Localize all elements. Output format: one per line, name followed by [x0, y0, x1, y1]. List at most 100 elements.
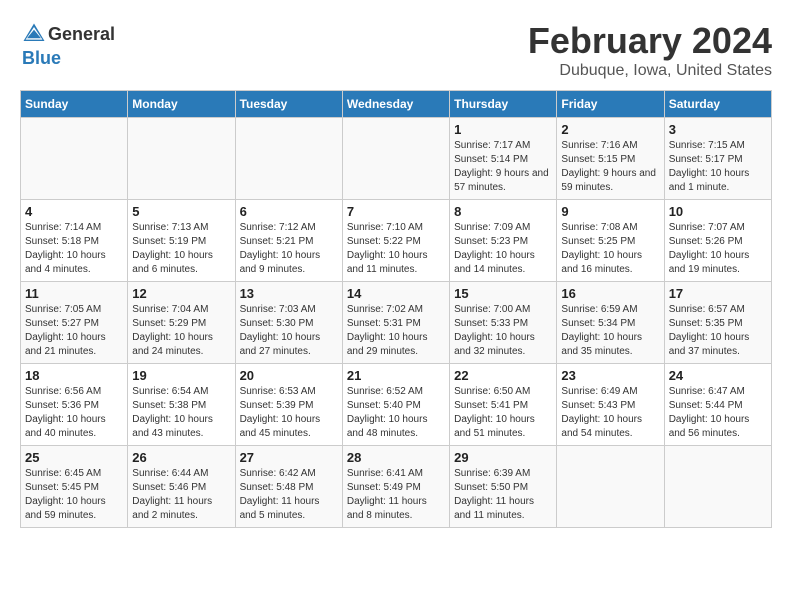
day-info: Sunrise: 7:09 AMSunset: 5:23 PMDaylight:…: [454, 221, 552, 277]
calendar-cell: 9 Sunrise: 7:08 AMSunset: 5:25 PMDaylight…: [557, 200, 664, 282]
calendar-week-row: 18 Sunrise: 6:56 AMSunset: 5:36 PMDayligh…: [21, 364, 772, 446]
day-number: 6: [240, 204, 338, 219]
calendar-cell: 13 Sunrise: 7:03 AMSunset: 5:30 PMDayligh…: [235, 282, 342, 364]
calendar-cell: [664, 446, 771, 528]
day-info: Sunrise: 6:42 AMSunset: 5:48 PMDaylight:…: [240, 467, 338, 523]
calendar-cell: 17Sunrise: 6:57 AMSunset: 5:35 PMDayligh…: [664, 282, 771, 364]
calendar-cell: 11Sunrise: 7:05 AMSunset: 5:27 PMDayligh…: [21, 282, 128, 364]
day-number: 19: [132, 368, 230, 383]
day-number: 16: [561, 286, 659, 301]
day-number: 12: [132, 286, 230, 301]
logo: General Blue: [20, 20, 115, 69]
logo-text-blue: Blue: [22, 48, 61, 69]
calendar-cell: 7 Sunrise: 7:10 AMSunset: 5:22 PMDaylight…: [342, 200, 449, 282]
calendar-cell: 24 Sunrise: 6:47 AMSunset: 5:44 PMDayligh…: [664, 364, 771, 446]
day-number: 29: [454, 450, 552, 465]
calendar-cell: [128, 118, 235, 200]
day-header-thursday: Thursday: [450, 91, 557, 118]
day-number: 5: [132, 204, 230, 219]
calendar-week-row: 25Sunrise: 6:45 AMSunset: 5:45 PMDayligh…: [21, 446, 772, 528]
day-number: 18: [25, 368, 123, 383]
day-number: 9: [561, 204, 659, 219]
day-info: Sunrise: 6:57 AMSunset: 5:35 PMDaylight:…: [669, 303, 767, 359]
calendar-cell: 19 Sunrise: 6:54 AMSunset: 5:38 PMDayligh…: [128, 364, 235, 446]
day-number: 27: [240, 450, 338, 465]
logo-icon: [20, 20, 48, 48]
day-number: 13: [240, 286, 338, 301]
calendar-cell: 22 Sunrise: 6:50 AMSunset: 5:41 PMDayligh…: [450, 364, 557, 446]
day-number: 24: [669, 368, 767, 383]
calendar-week-row: 11Sunrise: 7:05 AMSunset: 5:27 PMDayligh…: [21, 282, 772, 364]
calendar-cell: 25Sunrise: 6:45 AMSunset: 5:45 PMDayligh…: [21, 446, 128, 528]
day-info: Sunrise: 7:10 AMSunset: 5:22 PMDaylight:…: [347, 221, 445, 277]
calendar-cell: [235, 118, 342, 200]
page-header: General Blue February 2024 Dubuque, Iowa…: [20, 20, 772, 80]
day-info: Sunrise: 7:05 AMSunset: 5:27 PMDaylight:…: [25, 303, 123, 359]
day-number: 10: [669, 204, 767, 219]
calendar-cell: 8 Sunrise: 7:09 AMSunset: 5:23 PMDaylight…: [450, 200, 557, 282]
calendar-cell: 4Sunrise: 7:14 AMSunset: 5:18 PMDaylight…: [21, 200, 128, 282]
day-info: Sunrise: 7:12 AMSunset: 5:21 PMDaylight:…: [240, 221, 338, 277]
day-info: Sunrise: 7:02 AMSunset: 5:31 PMDaylight:…: [347, 303, 445, 359]
logo-text-general: General: [48, 24, 115, 45]
day-number: 21: [347, 368, 445, 383]
day-number: 2: [561, 122, 659, 137]
calendar-cell: [557, 446, 664, 528]
day-number: 4: [25, 204, 123, 219]
day-info: Sunrise: 7:00 AMSunset: 5:33 PMDaylight:…: [454, 303, 552, 359]
calendar-cell: 3 Sunrise: 7:15 AMSunset: 5:17 PMDaylight…: [664, 118, 771, 200]
day-header-tuesday: Tuesday: [235, 91, 342, 118]
day-number: 3: [669, 122, 767, 137]
calendar-cell: 28Sunrise: 6:41 AMSunset: 5:49 PMDayligh…: [342, 446, 449, 528]
day-info: Sunrise: 6:49 AMSunset: 5:43 PMDaylight:…: [561, 385, 659, 441]
calendar-cell: 21Sunrise: 6:52 AMSunset: 5:40 PMDayligh…: [342, 364, 449, 446]
day-header-wednesday: Wednesday: [342, 91, 449, 118]
day-number: 8: [454, 204, 552, 219]
calendar-cell: 26Sunrise: 6:44 AMSunset: 5:46 PMDayligh…: [128, 446, 235, 528]
calendar-cell: 2 Sunrise: 7:16 AMSunset: 5:15 PMDaylight…: [557, 118, 664, 200]
calendar-cell: 23 Sunrise: 6:49 AMSunset: 5:43 PMDayligh…: [557, 364, 664, 446]
calendar-cell: 27 Sunrise: 6:42 AMSunset: 5:48 PMDayligh…: [235, 446, 342, 528]
day-number: 15: [454, 286, 552, 301]
calendar-cell: 5 Sunrise: 7:13 AMSunset: 5:19 PMDaylight…: [128, 200, 235, 282]
calendar-cell: 10 Sunrise: 7:07 AMSunset: 5:26 PMDayligh…: [664, 200, 771, 282]
calendar-cell: 16 Sunrise: 6:59 AMSunset: 5:34 PMDayligh…: [557, 282, 664, 364]
day-info: Sunrise: 6:56 AMSunset: 5:36 PMDaylight:…: [25, 385, 123, 441]
calendar-week-row: 1Sunrise: 7:17 AMSunset: 5:14 PMDaylight…: [21, 118, 772, 200]
day-info: Sunrise: 6:39 AMSunset: 5:50 PMDaylight:…: [454, 467, 552, 523]
day-info: Sunrise: 6:41 AMSunset: 5:49 PMDaylight:…: [347, 467, 445, 523]
day-info: Sunrise: 6:47 AMSunset: 5:44 PMDaylight:…: [669, 385, 767, 441]
day-number: 14: [347, 286, 445, 301]
calendar-cell: 1Sunrise: 7:17 AMSunset: 5:14 PMDaylight…: [450, 118, 557, 200]
day-header-sunday: Sunday: [21, 91, 128, 118]
day-info: Sunrise: 6:54 AMSunset: 5:38 PMDaylight:…: [132, 385, 230, 441]
calendar-cell: 14 Sunrise: 7:02 AMSunset: 5:31 PMDayligh…: [342, 282, 449, 364]
day-number: 26: [132, 450, 230, 465]
day-number: 23: [561, 368, 659, 383]
day-info: Sunrise: 7:03 AMSunset: 5:30 PMDaylight:…: [240, 303, 338, 359]
calendar-cell: 15 Sunrise: 7:00 AMSunset: 5:33 PMDayligh…: [450, 282, 557, 364]
day-info: Sunrise: 7:15 AMSunset: 5:17 PMDaylight:…: [669, 139, 767, 195]
day-number: 20: [240, 368, 338, 383]
calendar-cell: 6 Sunrise: 7:12 AMSunset: 5:21 PMDaylight…: [235, 200, 342, 282]
day-header-friday: Friday: [557, 91, 664, 118]
day-info: Sunrise: 7:16 AMSunset: 5:15 PMDaylight:…: [561, 139, 659, 195]
calendar-cell: 12Sunrise: 7:04 AMSunset: 5:29 PMDayligh…: [128, 282, 235, 364]
day-info: Sunrise: 7:07 AMSunset: 5:26 PMDaylight:…: [669, 221, 767, 277]
calendar-header-row: SundayMondayTuesdayWednesdayThursdayFrid…: [21, 91, 772, 118]
month-year-title: February 2024: [528, 20, 772, 62]
day-info: Sunrise: 6:50 AMSunset: 5:41 PMDaylight:…: [454, 385, 552, 441]
calendar-cell: [342, 118, 449, 200]
day-info: Sunrise: 6:59 AMSunset: 5:34 PMDaylight:…: [561, 303, 659, 359]
calendar-week-row: 4Sunrise: 7:14 AMSunset: 5:18 PMDaylight…: [21, 200, 772, 282]
day-header-monday: Monday: [128, 91, 235, 118]
calendar-cell: 18 Sunrise: 6:56 AMSunset: 5:36 PMDayligh…: [21, 364, 128, 446]
day-number: 22: [454, 368, 552, 383]
day-header-saturday: Saturday: [664, 91, 771, 118]
day-info: Sunrise: 6:53 AMSunset: 5:39 PMDaylight:…: [240, 385, 338, 441]
day-number: 25: [25, 450, 123, 465]
day-info: Sunrise: 7:13 AMSunset: 5:19 PMDaylight:…: [132, 221, 230, 277]
title-section: February 2024 Dubuque, Iowa, United Stat…: [528, 20, 772, 80]
day-info: Sunrise: 7:08 AMSunset: 5:25 PMDaylight:…: [561, 221, 659, 277]
day-number: 7: [347, 204, 445, 219]
